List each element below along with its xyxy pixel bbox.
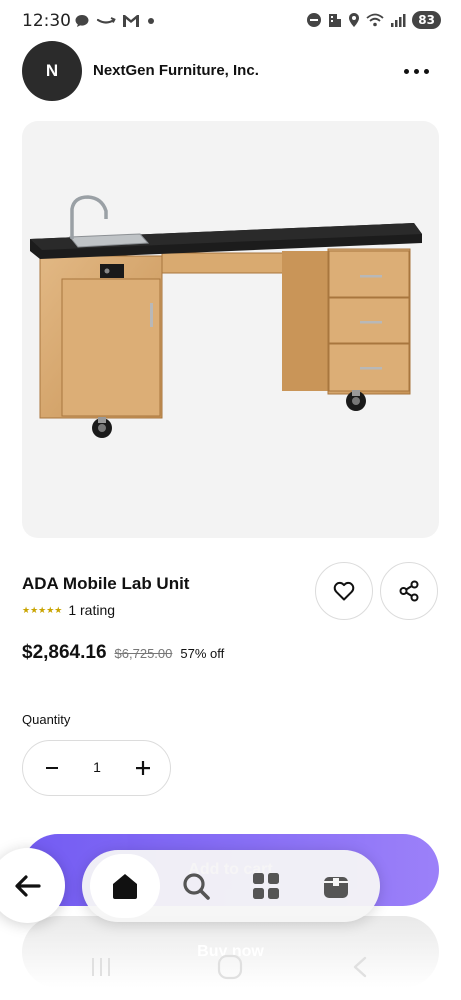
signal-icon <box>391 14 406 27</box>
quantity-value: 1 <box>93 759 101 775</box>
decrease-quantity-button[interactable] <box>39 755 65 781</box>
building-icon <box>329 14 342 27</box>
system-back-icon <box>353 956 367 978</box>
wishlist-button[interactable] <box>315 562 373 620</box>
arrow-left-icon <box>14 874 41 897</box>
battery-indicator: 83 <box>412 11 441 29</box>
search-icon <box>183 873 210 900</box>
nav-orders[interactable] <box>310 860 362 912</box>
seller-avatar[interactable]: N <box>22 41 82 101</box>
system-navigation-bar <box>0 942 461 992</box>
rating-row[interactable]: ★★★★★ 1 rating <box>22 602 115 618</box>
rating-count: 1 rating <box>68 602 116 618</box>
more-options-icon[interactable] <box>396 58 436 84</box>
share-icon <box>399 580 419 602</box>
system-home-button[interactable] <box>215 954 245 980</box>
status-time: 12:30 <box>22 11 71 31</box>
price-row: $2,864.16 $6,725.00 57% off <box>22 642 224 664</box>
seller-header: N NextGen Furniture, Inc. <box>0 40 461 102</box>
plus-icon <box>136 761 150 775</box>
quantity-stepper: 1 <box>22 740 171 796</box>
amazon-icon <box>96 17 116 24</box>
rating-stars: ★★★★★ <box>22 604 63 615</box>
minus-icon <box>46 767 58 769</box>
increase-quantity-button[interactable] <box>130 755 156 781</box>
original-price: $6,725.00 <box>114 646 173 661</box>
quantity-label: Quantity <box>22 712 71 727</box>
status-bar: 12:30 83 <box>0 0 461 42</box>
lab-unit-illustration <box>30 195 422 438</box>
categories-icon <box>253 873 279 899</box>
current-price: $2,864.16 <box>22 642 107 663</box>
recent-apps-button[interactable] <box>86 954 116 980</box>
nav-home[interactable] <box>90 854 160 918</box>
notification-icons <box>74 13 156 29</box>
nav-search[interactable] <box>170 860 222 912</box>
bottom-navigation <box>82 850 380 922</box>
orders-icon <box>324 877 348 898</box>
product-image[interactable] <box>22 121 439 538</box>
location-icon <box>349 13 360 27</box>
system-home-icon <box>217 954 243 980</box>
chat-icon <box>75 15 89 27</box>
share-button[interactable] <box>380 562 438 620</box>
seller-name[interactable]: NextGen Furniture, Inc. <box>93 62 259 79</box>
gmail-icon <box>123 15 139 27</box>
product-title: ADA Mobile Lab Unit <box>22 574 190 593</box>
nav-categories[interactable] <box>240 860 292 912</box>
system-back-button[interactable] <box>345 954 375 980</box>
home-icon <box>113 874 137 899</box>
system-status-icons: 83 <box>306 11 441 29</box>
recent-apps-icon <box>92 958 110 976</box>
heart-icon <box>333 581 355 601</box>
dot-icon <box>148 18 154 24</box>
discount-label: 57% off <box>180 646 225 661</box>
do-not-disturb-icon <box>307 13 322 27</box>
wifi-icon <box>366 13 384 27</box>
